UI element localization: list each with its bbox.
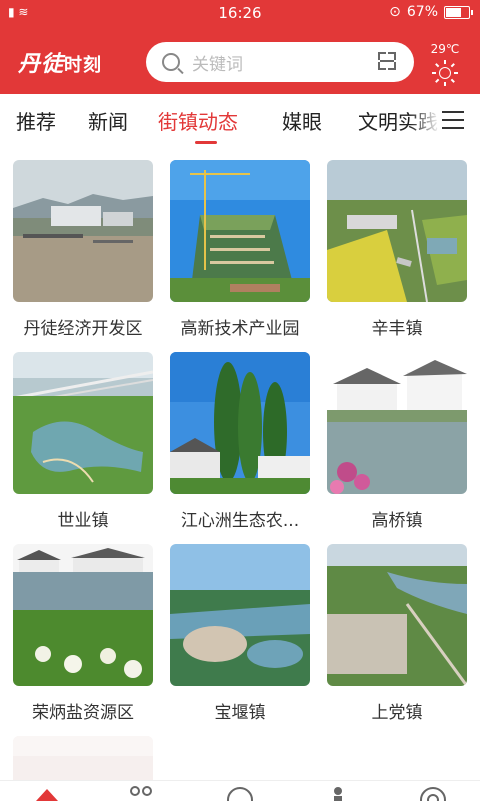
scan-icon[interactable] bbox=[378, 52, 396, 70]
weather-widget[interactable]: 29℃ bbox=[428, 42, 462, 86]
grid-item[interactable]: 宝堰镇 bbox=[170, 544, 310, 723]
logo-script: 丹徒 bbox=[18, 51, 65, 77]
battery-percent: 67% bbox=[406, 4, 438, 20]
grid-item-label: 宝堰镇 bbox=[214, 703, 266, 723]
tab-media-eye[interactable]: 媒眼 bbox=[282, 106, 322, 135]
town-grid: 丹徒经济开发区 高新技术产业园 辛丰镇 世业镇 江心洲生态农... 高桥镇 荣炳… bbox=[0, 148, 480, 780]
thumbnail-image bbox=[170, 352, 310, 494]
search-placeholder: 关键词 bbox=[192, 54, 243, 75]
grid-item-label: 高桥镇 bbox=[371, 511, 423, 531]
status-right: ⊙ 67% bbox=[389, 4, 473, 20]
grid-item[interactable]: 高新技术产业园 bbox=[170, 160, 310, 339]
person-icon[interactable] bbox=[326, 785, 350, 805]
thumbnail-image bbox=[13, 352, 153, 494]
grid-item-label: 上党镇 bbox=[371, 703, 423, 723]
grid-item[interactable]: 世业镇 bbox=[13, 352, 153, 531]
thumbnail-image bbox=[13, 736, 153, 780]
temperature: 29℃ bbox=[430, 42, 460, 56]
app-header: 丹徒时刻 关键词 29℃ bbox=[0, 26, 480, 94]
grid-item-label: 世业镇 bbox=[57, 511, 109, 531]
circle-icon[interactable] bbox=[225, 785, 255, 805]
thumbnail-image bbox=[327, 160, 467, 302]
grid-item[interactable]: 上党镇 bbox=[327, 544, 467, 723]
grid-item[interactable]: 荣炳盐资源区 bbox=[13, 544, 153, 723]
thumbnail-image bbox=[327, 544, 467, 686]
grid-item-label: 高新技术产业园 bbox=[180, 319, 300, 339]
sun-icon bbox=[432, 60, 458, 86]
bottom-nav bbox=[0, 780, 480, 805]
search-bar[interactable]: 关键词 bbox=[146, 42, 414, 82]
logo-suffix: 时刻 bbox=[64, 55, 103, 76]
grid-item[interactable]: 丹徒经济开发区 bbox=[13, 160, 153, 339]
grid-item[interactable]: 高桥镇 bbox=[327, 352, 467, 531]
grid-item-label: 荣炳盐资源区 bbox=[32, 703, 134, 723]
active-tab-indicator bbox=[195, 141, 217, 144]
tab-town-news[interactable]: 街镇动态 bbox=[158, 106, 238, 135]
search-icon bbox=[162, 53, 180, 71]
tab-news[interactable]: 新闻 bbox=[88, 106, 128, 135]
status-bar: ▮ ≋ 16:26 ⊙ 67% bbox=[0, 0, 480, 26]
home-icon[interactable] bbox=[34, 785, 60, 805]
grid-item[interactable]: 江心洲生态农... bbox=[170, 352, 310, 531]
grid-item-label: 丹徒经济开发区 bbox=[23, 319, 143, 339]
menu-icon[interactable] bbox=[442, 111, 464, 129]
people-icon[interactable] bbox=[128, 785, 154, 805]
grid-item-label: 辛丰镇 bbox=[371, 319, 423, 339]
tab-recommend[interactable]: 推荐 bbox=[16, 106, 56, 135]
thumbnail-image bbox=[327, 352, 467, 494]
app-logo[interactable]: 丹徒时刻 bbox=[18, 46, 102, 78]
thumbnail-image bbox=[13, 544, 153, 686]
grid-item[interactable] bbox=[13, 736, 153, 780]
grid-item[interactable]: 辛丰镇 bbox=[327, 160, 467, 339]
category-tabs: 推荐 新闻 街镇动态 媒眼 文明实践 bbox=[0, 94, 480, 148]
lock-rotation-icon: ⊙ bbox=[389, 4, 401, 20]
battery-icon bbox=[444, 5, 473, 19]
thumbnail-image bbox=[170, 160, 310, 302]
target-icon[interactable] bbox=[418, 785, 448, 805]
grid-item-label: 江心洲生态农... bbox=[180, 511, 300, 531]
thumbnail-image bbox=[13, 160, 153, 302]
thumbnail-image bbox=[170, 544, 310, 686]
